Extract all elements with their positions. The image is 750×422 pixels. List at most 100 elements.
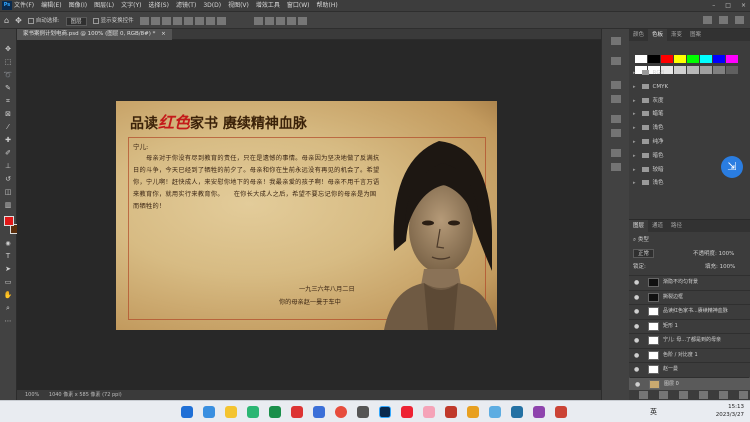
wechat-icon[interactable] [247,406,259,418]
chevron-right-icon[interactable]: ▸ [633,167,636,173]
share-icon[interactable] [735,16,744,24]
menu-item-6[interactable]: 滤镜(T) [176,0,196,11]
swatches-tab-0[interactable]: 颜色 [629,29,648,41]
eyedropper-tool-icon[interactable]: ⁄ [3,123,13,131]
brush-panel-icon[interactable] [611,149,621,157]
maximize-icon[interactable]: □ [725,0,731,11]
eye-icon[interactable]: ● [634,320,639,333]
layer-row[interactable]: ● 矩形 1 [629,318,750,333]
menu-item-2[interactable]: 图像(I) [69,0,87,11]
marquee-tool-icon[interactable]: ⬚ [3,58,13,66]
swatch-group[interactable]: ▸ RGB [633,67,749,81]
layer-row[interactable]: ● 渐隐不均匀背景 [629,275,750,288]
swatch-group[interactable]: ▸ 浅色 [633,177,749,191]
auto-select-checkbox[interactable]: 自动选择: [27,12,60,30]
quick-select-tool-icon[interactable]: ✎ [3,84,13,92]
fill-value[interactable]: 100% [720,264,736,270]
frame-tool-icon[interactable]: ⊠ [3,110,13,118]
mask-icon[interactable] [679,391,688,399]
app-icon-purple[interactable] [533,406,545,418]
show-transform-checkbox[interactable]: 显示变换控件 [92,12,134,30]
type-tool-icon[interactable]: T [3,252,13,260]
layer-kind-filter[interactable]: ⌕ 类型 [633,235,649,245]
align-icons[interactable] [139,12,228,30]
layer-row[interactable]: ● 赵一曼 [629,362,750,375]
document-tab[interactable]: 家书案例计划电商.psd @ 100% (图层 0, RGB/8#) * × [17,29,172,40]
app-icon-red[interactable] [291,406,303,418]
app-icon-blue[interactable] [489,406,501,418]
group-icon[interactable] [719,391,728,399]
foreground-color-swatch[interactable] [4,216,14,226]
quick-mask-icon[interactable]: ◉ [3,240,13,248]
floating-assistant-button[interactable]: ⇲ [721,156,743,178]
menu-item-10[interactable]: 窗口(W) [287,0,310,11]
adjustments-panel-icon[interactable] [611,81,621,89]
input-language[interactable]: 英 [650,407,657,417]
layers-tab-2[interactable]: 路径 [667,220,686,232]
layer-row[interactable]: ● 品读红色家书...赓续精神血脉 [629,304,750,317]
menu-item-3[interactable]: 图层(L) [94,0,114,11]
chevron-right-icon[interactable]: ▸ [633,70,636,76]
swatches-tab-3[interactable]: 图案 [686,29,705,41]
chevron-right-icon[interactable]: ▸ [633,139,636,145]
app-icon-pink[interactable] [423,406,435,418]
app-icon-game[interactable] [555,406,567,418]
document-canvas[interactable]: 品读红色家书 赓续精神血脉 宁儿: 母亲对于你没有尽到教育的责任，只在是遗憾的事… [116,101,497,330]
blend-mode-select[interactable]: 正常 [633,249,655,259]
new-layer-icon[interactable] [739,391,748,399]
zoom-tool-icon[interactable]: ⌕ [3,304,13,312]
swatch-group[interactable]: ▸ 浅色 [633,122,749,136]
tool-presets-icon[interactable] [611,163,621,171]
rectangle-tool-icon[interactable]: ▭ [3,278,13,286]
chevron-right-icon[interactable]: ▸ [633,125,636,131]
chevron-right-icon[interactable]: ▸ [633,180,636,186]
layers-tab-0[interactable]: 图层 [629,220,649,232]
swatch-group[interactable]: ▸ 纯净 [633,136,749,150]
paragraph-panel-icon[interactable] [611,129,621,137]
excel-icon[interactable] [269,406,281,418]
workspace-icon[interactable] [719,16,728,24]
layer-row[interactable]: ● 色阶 / 对比度 1 [629,347,750,361]
3d-mode-icons[interactable] [253,12,309,30]
browser-icon[interactable] [313,406,325,418]
chevron-right-icon[interactable]: ▸ [633,84,636,90]
menu-item-0[interactable]: 文件(F) [14,0,34,11]
libraries-panel-icon[interactable] [611,95,621,103]
search-icon[interactable] [703,16,712,24]
menu-item-7[interactable]: 3D(D) [203,0,221,11]
eraser-tool-icon[interactable]: ◫ [3,188,13,196]
eye-icon[interactable]: ● [634,291,639,304]
adjustment-layer-icon[interactable] [699,391,708,399]
chevron-right-icon[interactable]: ▸ [633,98,636,104]
properties-panel-icon[interactable] [611,57,621,65]
menu-item-8[interactable]: 视图(V) [228,0,249,11]
chrome-icon[interactable] [335,406,347,418]
crop-tool-icon[interactable]: ⌗ [3,97,13,105]
history-panel-icon[interactable] [611,37,621,45]
wps-icon[interactable] [445,406,457,418]
home-icon[interactable]: ⌂ [4,12,9,30]
photoshop-taskbar-icon[interactable] [379,406,391,418]
lasso-tool-icon[interactable]: ➰ [3,71,13,79]
chevron-right-icon[interactable]: ▸ [633,111,636,117]
opacity-control[interactable]: 不透明度: 100% [693,249,734,259]
brush-tool-icon[interactable]: ✐ [3,149,13,157]
menu-item-9[interactable]: 增效工具 [256,0,280,11]
move-tool-icon[interactable]: ✥ [15,12,22,30]
eye-icon[interactable]: ● [634,363,639,376]
hand-tool-icon[interactable]: ✋ [3,291,13,299]
gradient-tool-icon[interactable]: ▥ [3,201,13,209]
eye-icon[interactable]: ● [635,378,640,391]
settings-icon[interactable] [357,406,369,418]
start-icon[interactable] [181,406,193,418]
close-icon[interactable]: × [161,31,166,37]
swatches-tab-1[interactable]: 色板 [648,29,668,41]
eye-icon[interactable]: ● [634,305,639,318]
menu-item-4[interactable]: 文字(Y) [121,0,141,11]
move-tool-icon[interactable]: ✥ [3,45,13,53]
app-icon-orange[interactable] [467,406,479,418]
system-clock[interactable]: 15:13 2023/3/27 [716,403,744,419]
file-explorer-icon[interactable] [225,406,237,418]
zoom-level[interactable]: 100% [25,392,39,398]
stamp-tool-icon[interactable]: ⊥ [3,162,13,170]
